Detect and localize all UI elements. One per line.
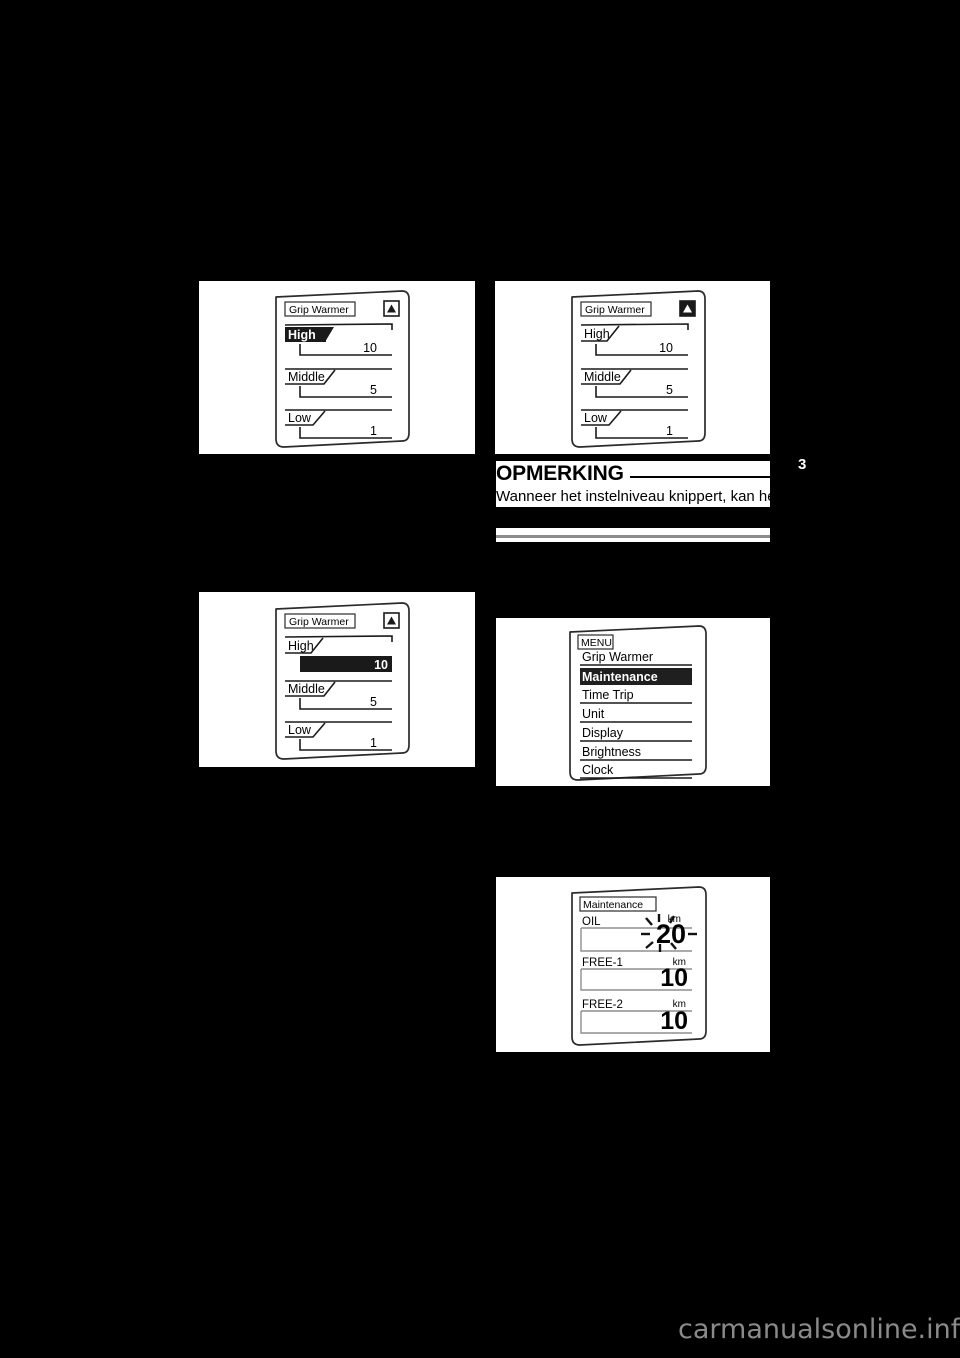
note-header-rule	[629, 475, 770, 478]
note-header: OPMERKING	[496, 461, 770, 487]
menu-item-maintenance[interactable]: Maintenance	[580, 668, 692, 685]
figure-panel-menu: MENU Grip Warmer Maintenance Time Trip U…	[496, 618, 770, 786]
row-label-low: Low	[584, 411, 608, 425]
figure-panel-grip-warmer-high: Grip Warmer High 10 Middle 5 Low 1	[199, 281, 475, 454]
row-label-high: High	[288, 639, 314, 653]
row-value-free1: 10	[660, 964, 688, 992]
menu-item-label: Brightness	[582, 745, 641, 759]
menu-item-label: Unit	[582, 707, 605, 721]
row-label-free2: FREE-2	[582, 999, 623, 1011]
row-label-low: Low	[288, 411, 312, 425]
menu-item-label: Maintenance	[582, 670, 658, 684]
figure-panel-grip-warmer-none: Grip Warmer High 10 Middle 5 Low 1	[495, 281, 770, 454]
row-label-low: Low	[288, 723, 312, 737]
screen-title: MENU	[581, 637, 612, 649]
figure-panel-maintenance: Maintenance OIL km 20 FREE-1 km 10 FREE-…	[496, 877, 770, 1052]
row-value-high: 10	[374, 658, 388, 672]
menu-item-label: Grip Warmer	[582, 650, 653, 664]
row-label-free1: FREE-1	[582, 957, 623, 969]
row-value-high: 10	[363, 341, 377, 355]
row-value-middle: 5	[666, 383, 673, 397]
note-footer-rule	[496, 535, 770, 538]
screen-title: Grip Warmer	[585, 304, 645, 316]
note-body: Wanneer het instelniveau knippert, kan h…	[496, 488, 770, 505]
site-watermark: carmanualsonline.info	[678, 1314, 960, 1345]
screen-title: Maintenance	[583, 899, 643, 911]
menu-item-label: Clock	[582, 763, 614, 777]
row-value-low: 1	[370, 424, 377, 438]
row-label-middle: Middle	[288, 370, 325, 384]
row-label-high: High	[288, 328, 316, 342]
note-footer-band	[496, 528, 770, 542]
screen-title: Grip Warmer	[289, 304, 349, 316]
triangle-up-icon	[383, 612, 400, 629]
row-label-high: High	[584, 327, 610, 341]
row-value-middle: 5	[370, 383, 377, 397]
row-value-high: 10	[659, 341, 673, 355]
menu-item-label: Display	[582, 726, 624, 740]
lcd-grip-warmer-value: Grip Warmer High 10 Middle 5 Low 1	[275, 602, 410, 760]
row-value-low: 1	[666, 424, 673, 438]
lcd-grip-warmer-high: Grip Warmer High 10 Middle 5 Low 1	[275, 290, 410, 448]
row-value-low: 1	[370, 736, 377, 750]
manual-page: Grip Warmer High 10 Middle 5 Low 1 Grip …	[0, 0, 960, 1358]
lcd-menu: MENU Grip Warmer Maintenance Time Trip U…	[569, 625, 707, 781]
row-label-middle: Middle	[584, 370, 621, 384]
row-value-free2: 10	[660, 1007, 688, 1035]
note-block: OPMERKING Wanneer het instelniveau knipp…	[496, 461, 770, 507]
note-title: OPMERKING	[496, 462, 624, 485]
lcd-maintenance: Maintenance OIL km 20 FREE-1 km 10 FREE-…	[571, 886, 707, 1046]
chapter-tab: 3	[798, 456, 807, 473]
lcd-grip-warmer-none: Grip Warmer High 10 Middle 5 Low 1	[571, 290, 706, 448]
row-label-middle: Middle	[288, 682, 325, 696]
row-label-oil: OIL	[582, 916, 601, 928]
row-value-oil: 20	[656, 919, 686, 949]
triangle-up-icon	[383, 300, 400, 317]
triangle-up-filled-icon	[679, 300, 696, 317]
menu-item-label: Time Trip	[582, 688, 634, 702]
screen-title: Grip Warmer	[289, 616, 349, 628]
figure-panel-grip-warmer-value: Grip Warmer High 10 Middle 5 Low 1	[199, 592, 475, 767]
row-value-middle: 5	[370, 695, 377, 709]
